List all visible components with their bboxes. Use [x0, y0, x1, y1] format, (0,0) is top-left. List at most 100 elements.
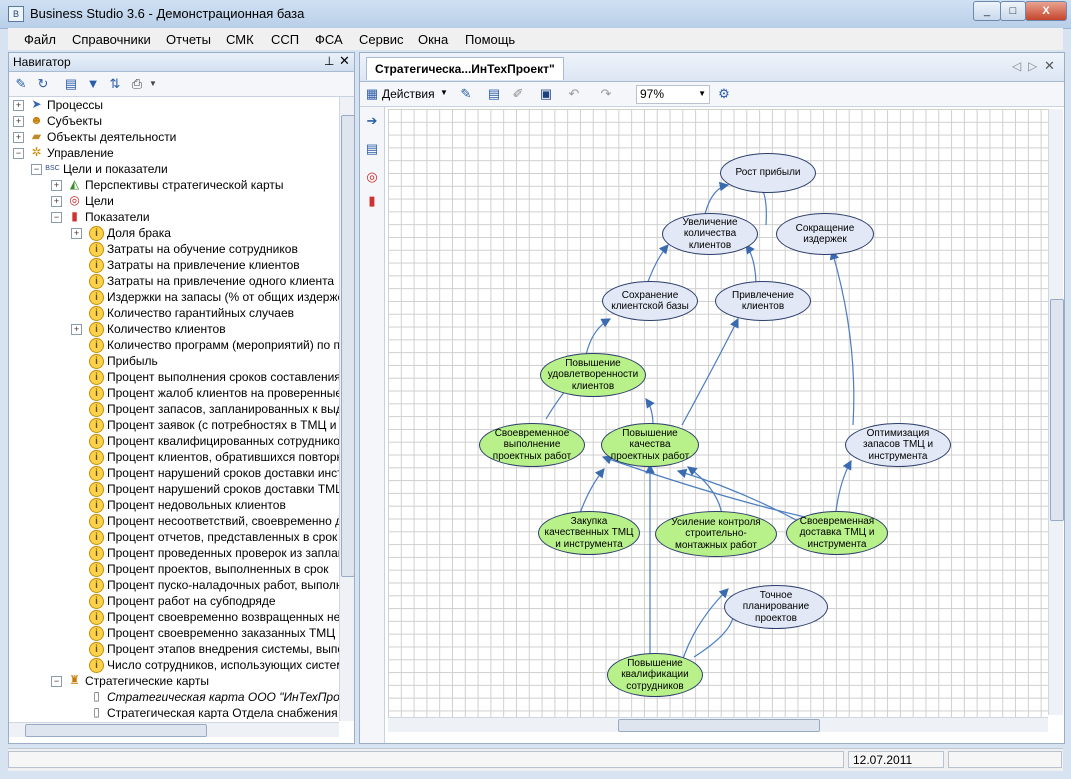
goal-inventory-optimization[interactable]: Оптимизация запасов ТМЦ и инструмента [845, 423, 951, 467]
goal-construction-control[interactable]: Усиление контроля строительно-монтажных … [655, 511, 777, 557]
tree-item-indicators[interactable]: − ▮ Показатели [51, 209, 331, 225]
tree-item-management[interactable]: − ✲ Управление [13, 145, 333, 161]
undo-icon[interactable]: ↶ [566, 86, 582, 102]
collapse-icon[interactable]: − [13, 148, 24, 159]
save-icon[interactable]: ▣ [538, 86, 554, 102]
tree-item-kpi[interactable]: + i Количество клиентов [71, 321, 337, 337]
goal-timely-delivery[interactable]: Своевременная доставка ТМЦ и инструмента [786, 511, 888, 555]
tree-item-perspectives[interactable]: + ◭ Перспективы стратегической карты [51, 177, 331, 193]
goal-cost-reduction[interactable]: Сокращение издержек [776, 213, 874, 255]
pin-icon[interactable]: ⊥ [324, 54, 334, 68]
tree-item-objects[interactable]: + ▰ Объекты деятельности [13, 129, 333, 145]
expand-icon[interactable]: + [13, 100, 24, 111]
tree-item-map-selected[interactable]: ▯ Стратегическая карта ООО "ИнТехПроект" [71, 689, 339, 705]
link-icon[interactable]: ⚙ [716, 86, 732, 102]
tree-item-goals[interactable]: + ◎ Цели [51, 193, 331, 209]
canvas-vertical-scrollbar[interactable] [1048, 109, 1064, 715]
menu-smk[interactable]: СМК [226, 32, 254, 47]
scroll-thumb[interactable] [618, 719, 820, 732]
sort-icon[interactable]: ⇅ [107, 76, 123, 92]
scroll-thumb[interactable] [1050, 299, 1064, 521]
goal-timely-project-work[interactable]: Своевременное выполнение проектных работ [479, 423, 585, 467]
actions-dropdown-icon[interactable]: ▼ [440, 88, 448, 97]
tree-item-kpi[interactable]: i Процент нарушений сроков доставки инст… [71, 465, 339, 481]
tree-item-kpi[interactable]: i Процент пуско-наладочных работ, выполн… [71, 577, 339, 593]
refresh-icon[interactable]: ↻ [35, 76, 51, 92]
bar-chart-icon[interactable]: ▮ [364, 193, 380, 209]
menu-service[interactable]: Сервис [359, 32, 404, 47]
menu-windows[interactable]: Окна [418, 32, 448, 47]
navigator-vertical-scrollbar[interactable] [339, 97, 355, 721]
scroll-thumb[interactable] [341, 115, 355, 577]
scroll-thumb[interactable] [25, 724, 207, 737]
strategy-map-canvas[interactable]: Рост прибыли Увеличение количества клиен… [388, 109, 1048, 717]
goal-project-quality[interactable]: Повышение качества проектных работ [601, 423, 699, 467]
text-block-icon[interactable]: ▤ [364, 141, 380, 157]
print-icon[interactable]: ⎙ [129, 76, 145, 92]
tree-item-kpi[interactable]: i Затраты на привлечение клиентов [71, 257, 337, 273]
menu-file[interactable]: Файл [24, 32, 56, 47]
close-tab-icon[interactable]: ✕ [1044, 58, 1055, 74]
tree-item-kpi[interactable]: i Прибыль [71, 353, 337, 369]
menu-reports[interactable]: Отчеты [166, 32, 211, 47]
tree-item-subjects[interactable]: + ☻ Субъекты [13, 113, 333, 129]
tree-item-kpi[interactable]: i Затраты на привлечение одного клиента [71, 273, 337, 289]
tree-item-kpi[interactable]: i Процент недовольных клиентов [71, 497, 337, 513]
edit-icon[interactable]: ✎ [13, 76, 29, 92]
goal-quality-procurement[interactable]: Закупка качественных ТМЦ и инструмента [538, 511, 640, 555]
tree-item-kpi[interactable]: i Процент работ на субподряде [71, 593, 337, 609]
expand-icon[interactable]: + [51, 196, 62, 207]
goal-increase-clients[interactable]: Увеличение количества клиентов [662, 213, 758, 255]
tab-strategic-map[interactable]: Стратегическа...ИнТехПроект" [366, 57, 564, 80]
expand-icon[interactable]: + [13, 132, 24, 143]
tree-item-strategic-maps[interactable]: − ♜ Стратегические карты [51, 673, 331, 689]
menu-references[interactable]: Справочники [72, 32, 151, 47]
goal-staff-qualification[interactable]: Повышение квалификации сотрудников [607, 653, 703, 697]
tree-item-kpi[interactable]: i Процент клиентов, обратившихся повторн… [71, 449, 339, 465]
collapse-icon[interactable]: − [51, 676, 62, 687]
goal-profit-growth[interactable]: Рост прибыли [720, 153, 816, 193]
menu-fsa[interactable]: ФСА [315, 32, 343, 47]
goal-accurate-planning[interactable]: Точное планирование проектов [724, 585, 828, 629]
actions-button[interactable]: Действия [382, 87, 435, 101]
tree-item-processes[interactable]: + ➤ Процессы [13, 97, 333, 113]
expand-icon[interactable]: + [51, 180, 62, 191]
zoom-select[interactable]: 97% ▼ [636, 85, 710, 104]
tree-item-kpi[interactable]: i Процент своевременно возвращенных непр… [71, 609, 339, 625]
tree-item-kpi[interactable]: + i Доля брака [71, 225, 337, 241]
tree-item-kpi[interactable]: i Процент несоответствий, своевременно д… [71, 513, 339, 529]
collapse-icon[interactable]: − [31, 164, 42, 175]
text-icon[interactable]: ▤ [486, 86, 502, 102]
tab-left-icon[interactable]: ◁ [1012, 59, 1021, 73]
tree-item-kpi[interactable]: i Количество программ (мероприятий) по п… [71, 337, 339, 353]
tree-item-kpi[interactable]: i Процент проектов, выполненных в срок [71, 561, 337, 577]
filter-icon[interactable]: ▼ [85, 76, 101, 92]
navigator-horizontal-scrollbar[interactable] [9, 722, 339, 737]
tree-item-kpi[interactable]: i Процент нарушений сроков доставки ТМЦ [71, 481, 339, 497]
target-icon[interactable]: ◎ [364, 169, 380, 185]
tree-item-kpi[interactable]: i Число сотрудников, использующих систем… [71, 657, 339, 673]
goal-client-acquisition[interactable]: Привлечение клиентов [715, 281, 811, 321]
tree-item-kpi[interactable]: i Издержки на запасы (% от общих издерже… [71, 289, 339, 305]
tree-item-kpi[interactable]: i Процент жалоб клиентов на проверенные … [71, 385, 339, 401]
canvas-horizontal-scrollbar[interactable] [388, 717, 1048, 732]
tree-item-kpi[interactable]: i Количество гарантийных случаев [71, 305, 337, 321]
tree-item-kpi[interactable]: i Процент квалифицированных сотрудников [71, 433, 339, 449]
collapse-icon[interactable]: − [51, 212, 62, 223]
arrow-icon[interactable]: ➔ [364, 113, 380, 129]
menu-ssp[interactable]: ССП [271, 32, 299, 47]
tree-item-kpi[interactable]: i Процент проведенных проверок из заплан… [71, 545, 339, 561]
tree-item-kpi[interactable]: i Процент выполнения сроков составления … [71, 369, 339, 385]
expand-icon[interactable]: + [71, 228, 82, 239]
close-panel-icon[interactable]: ✕ [339, 53, 350, 69]
tree-item-kpi[interactable]: i Процент этапов внедрения системы, выпо… [71, 641, 339, 657]
tree-item-kpi[interactable]: i Затраты на обучение сотрудников [71, 241, 337, 257]
minimize-button[interactable]: _ [973, 1, 1001, 21]
maximize-button[interactable]: □ [1000, 1, 1026, 21]
edit-icon[interactable]: ✎ [458, 86, 474, 102]
properties-icon[interactable]: ▤ [63, 76, 79, 92]
close-button[interactable]: X [1025, 1, 1067, 21]
goal-satisfaction[interactable]: Повышение удовлетворенности клиентов [540, 353, 646, 397]
brush-icon[interactable]: ✐ [510, 86, 526, 102]
expand-icon[interactable]: + [71, 324, 82, 335]
